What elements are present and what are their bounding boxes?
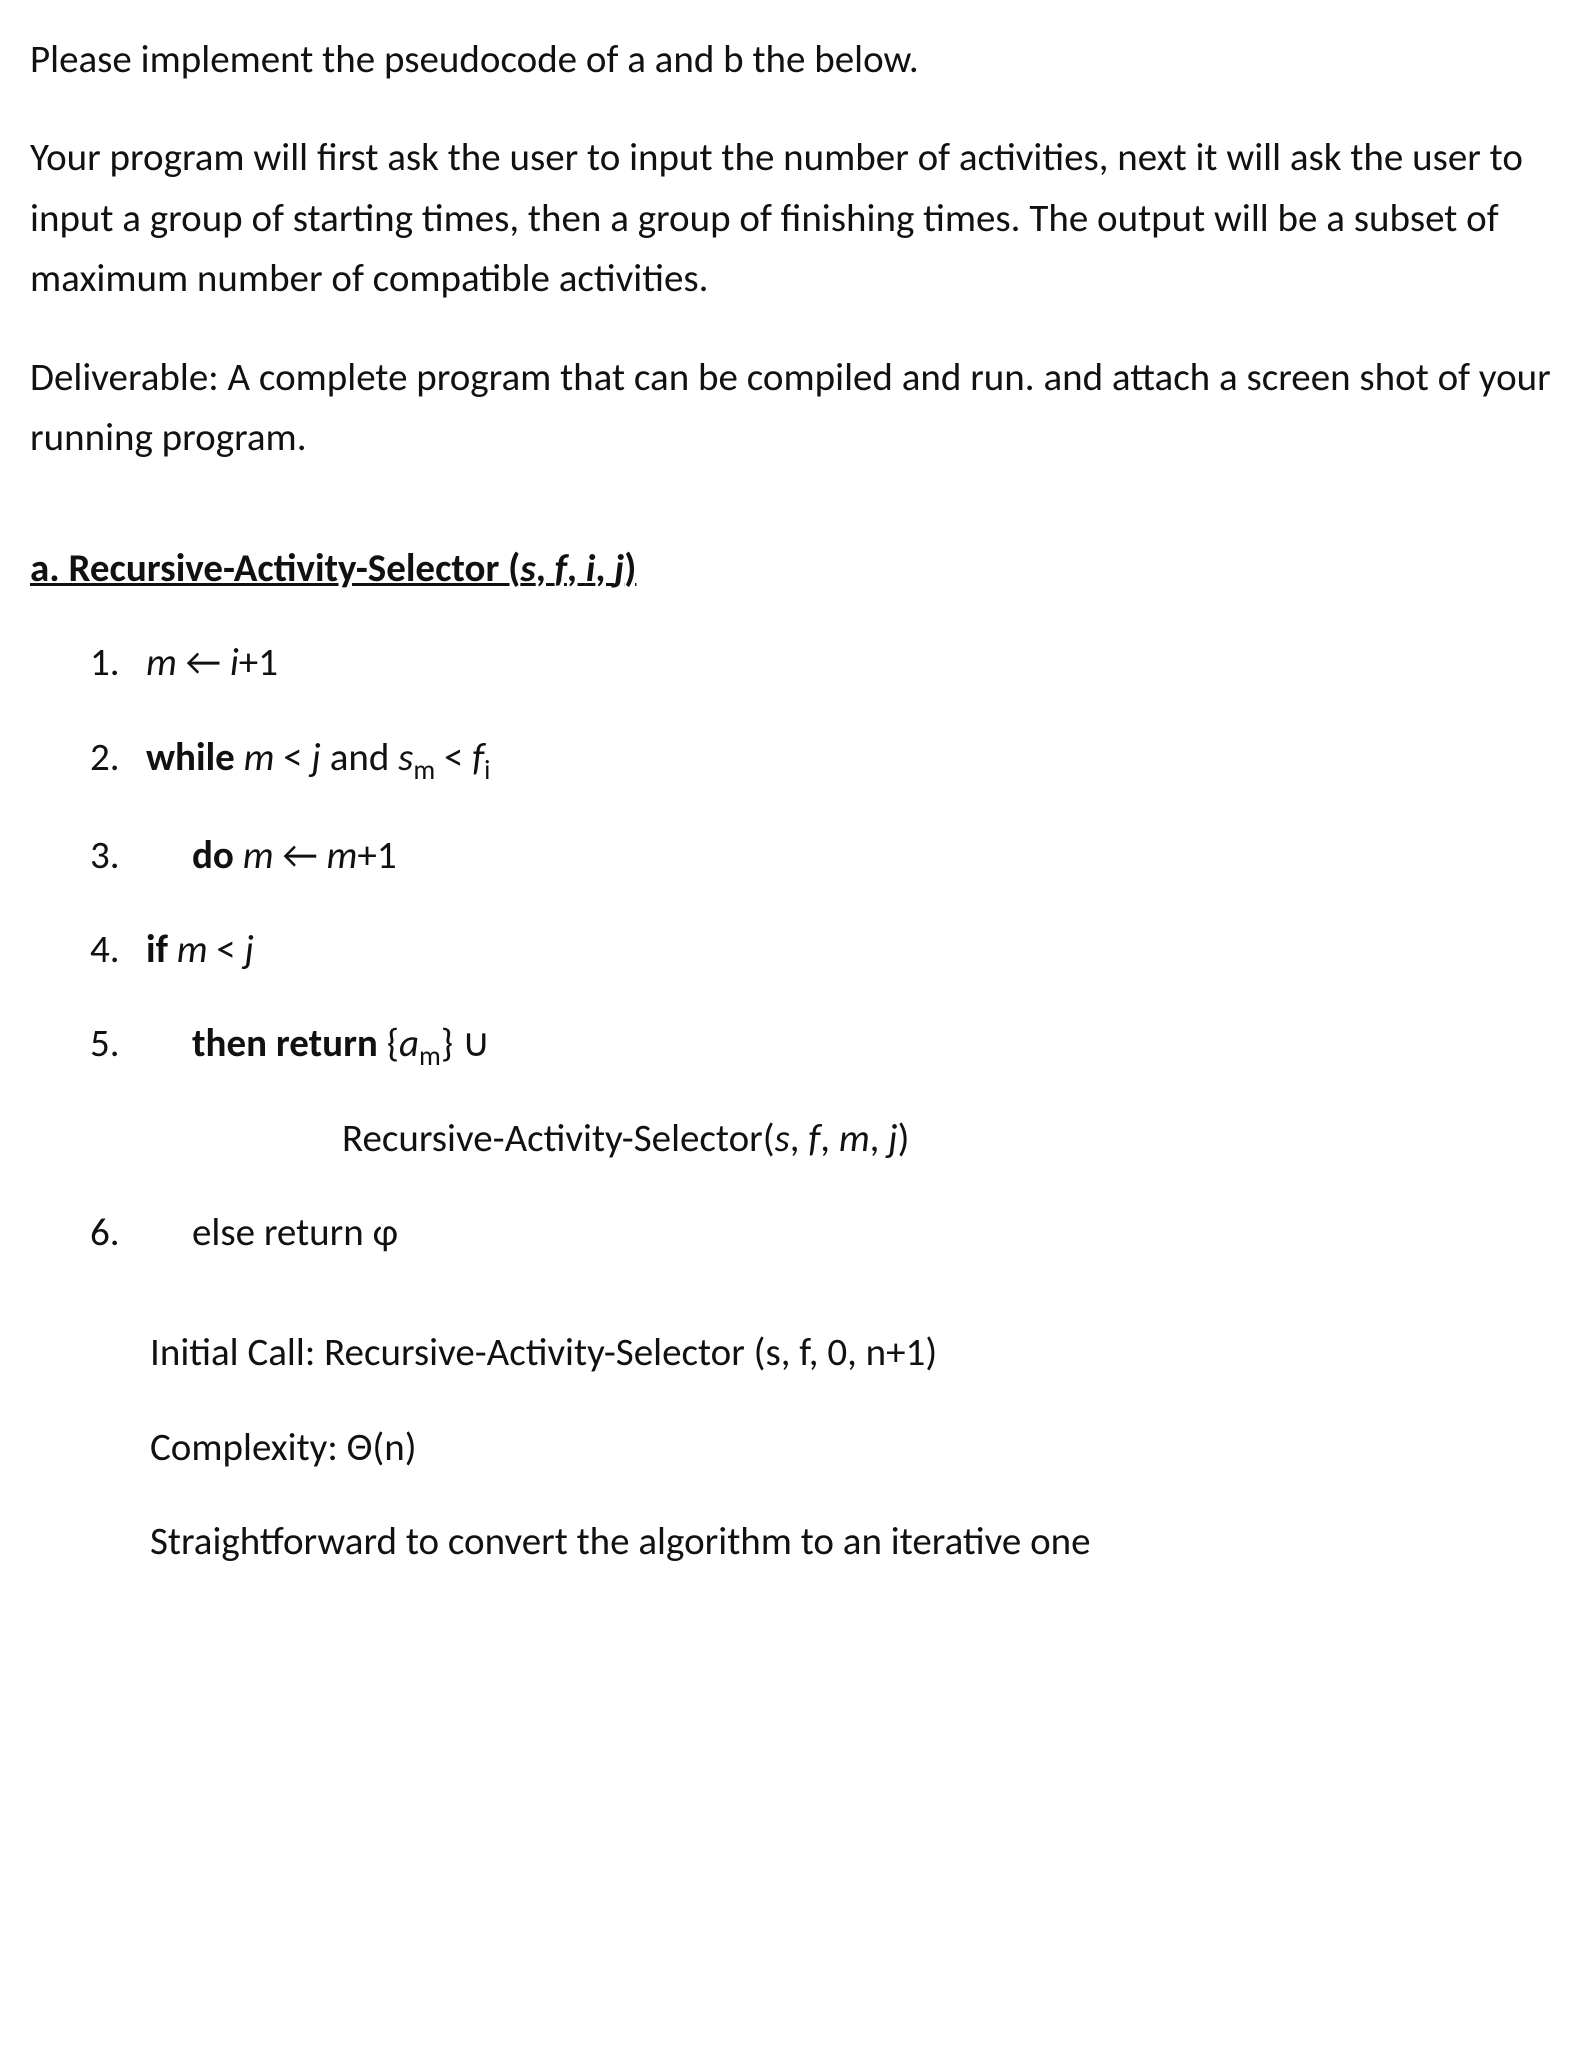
step-4-if: if — [146, 926, 177, 973]
step-5-number: 5. — [90, 1014, 146, 1169]
step-2-m: m — [244, 734, 275, 781]
step-5-recurse-f: f — [808, 1115, 820, 1162]
notes-block: Initial Call: Recursive-Activity-Selecto… — [150, 1323, 1558, 1572]
pseudocode-list: 1. m ← i+1 2. while m < j and sm < fi 3.… — [90, 633, 1558, 1263]
step-4-j: j — [245, 926, 254, 973]
step-5-recurse-j: j — [888, 1115, 897, 1162]
step-6-body: else return ɸ — [146, 1203, 1558, 1263]
step-1-i: i — [230, 639, 239, 686]
step-5-recurse-line: Recursive-Activity-Selector(s, f, m, j) — [192, 1109, 1558, 1169]
step-5-recurse-name: Recursive-Activity-Selector( — [342, 1115, 775, 1162]
step-5-recurse-s: s — [775, 1115, 790, 1162]
intro-paragraph-1: Please implement the pseudocode of a and… — [30, 30, 1558, 90]
step-2-sub-i: i — [484, 753, 490, 786]
heading-comma-3: , — [595, 545, 614, 592]
step-3-number: 3. — [90, 826, 146, 886]
step-1-arrow: ← — [177, 639, 230, 686]
step-3-body: do m ← m+1 — [146, 826, 1558, 886]
step-5-lbrace: { — [387, 1020, 399, 1067]
heading-arg-f: f — [555, 545, 567, 592]
heading-comma-1: , — [536, 545, 555, 592]
step-1-m: m — [146, 639, 177, 686]
step-6: 6. else return ɸ — [90, 1203, 1558, 1263]
initial-call-line: Initial Call: Recursive-Activity-Selecto… — [150, 1323, 1558, 1383]
step-5-recurse-c1: , — [790, 1115, 809, 1162]
step-2: 2. while m < j and sm < fi — [90, 728, 1558, 792]
step-3-do: do — [192, 832, 243, 879]
step-2-s: s — [398, 734, 413, 781]
step-1: 1. m ← i+1 — [90, 633, 1558, 693]
section-a-heading: a. Recursive-Activity-Selector (s, f, i,… — [30, 539, 1558, 599]
heading-arg-j: j — [614, 545, 624, 592]
step-1-rest: +1 — [239, 639, 278, 686]
step-2-lt1: < — [274, 734, 311, 781]
step-2-j: j — [312, 734, 321, 781]
step-5-sub-m: m — [419, 1040, 441, 1073]
step-4-lt: < — [208, 926, 245, 973]
step-3: 3. do m ← m+1 — [90, 826, 1558, 886]
step-5-recurse-c2: , — [820, 1115, 839, 1162]
step-2-lt2: < — [435, 734, 472, 781]
step-2-f: f — [472, 734, 484, 781]
heading-suffix: ) — [624, 545, 636, 592]
step-6-phi: ɸ — [373, 1209, 398, 1256]
step-5-rbrace: } — [441, 1020, 462, 1067]
step-5-recurse-c3: , — [870, 1115, 889, 1162]
step-3-m1: m — [243, 832, 274, 879]
step-5-then: then return — [192, 1020, 387, 1067]
step-3-m2: m — [327, 832, 358, 879]
step-5: 5. then return {am} ∪ Recursive-Activity… — [90, 1014, 1558, 1169]
step-4-body: if m < j — [146, 920, 1558, 980]
step-3-arrow: ← — [274, 832, 327, 879]
step-2-body: while m < j and sm < fi — [146, 728, 1558, 792]
step-6-number: 6. — [90, 1203, 146, 1263]
intro-paragraph-2: Your program will first ask the user to … — [30, 128, 1558, 309]
complexity-line: Complexity: Θ(n) — [150, 1418, 1558, 1478]
step-1-body: m ← i+1 — [146, 633, 1558, 693]
heading-arg-i: i — [586, 545, 596, 592]
step-5-body: then return {am} ∪ Recursive-Activity-Se… — [146, 1014, 1558, 1169]
step-2-while: while — [146, 734, 244, 781]
step-4-m: m — [177, 926, 208, 973]
complexity-value: Θ(n) — [347, 1424, 417, 1471]
step-2-number: 2. — [90, 728, 146, 792]
step-5-recurse-close: ) — [898, 1115, 910, 1162]
step-5-cup: ∪ — [462, 1020, 491, 1067]
step-2-sub-m: m — [413, 753, 435, 786]
heading-arg-s: s — [520, 545, 535, 592]
step-4: 4. if m < j — [90, 920, 1558, 980]
complexity-label: Complexity: — [150, 1424, 347, 1471]
intro-paragraph-3: Deliverable: A complete program that can… — [30, 348, 1558, 469]
step-5-a: a — [399, 1020, 419, 1067]
step-2-and: and — [321, 734, 398, 781]
straightforward-line: Straightforward to convert the algorithm… — [150, 1512, 1558, 1572]
step-6-else: else return — [192, 1209, 373, 1256]
step-3-rest: +1 — [357, 832, 396, 879]
step-5-recurse-m: m — [839, 1115, 870, 1162]
step-4-number: 4. — [90, 920, 146, 980]
heading-comma-2: , — [567, 545, 586, 592]
heading-prefix: a. Recursive-Activity-Selector ( — [30, 545, 520, 592]
step-1-number: 1. — [90, 633, 146, 693]
